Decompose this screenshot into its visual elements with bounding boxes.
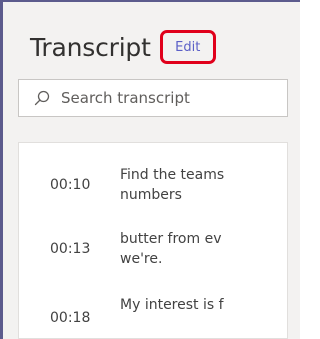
search-input[interactable] (61, 89, 261, 107)
entry-text-line: we're. (120, 251, 163, 267)
panel-header: Transcript Edit (30, 30, 216, 64)
entry-text-line: Find the teams (120, 167, 225, 183)
transcript-panel: Transcript Edit 00:10 Find the teams num… (0, 0, 300, 339)
entry-timestamp: 00:18 (50, 310, 91, 326)
entry-timestamp: 00:13 (50, 241, 91, 257)
entry-text: butter from ev we're. (120, 229, 280, 269)
entry-text: My interest is f (120, 295, 280, 315)
edit-button[interactable]: Edit (159, 30, 216, 64)
entry-text-line: butter from ev (120, 231, 222, 247)
entry-timestamp: 00:10 (50, 177, 91, 193)
panel-title: Transcript (30, 32, 151, 62)
transcript-list: 00:10 Find the teams numbers 00:13 butte… (18, 142, 288, 339)
search-box[interactable] (18, 79, 288, 117)
entry-text-line: My interest is f (120, 297, 224, 313)
entry-text-line: numbers (120, 187, 182, 203)
search-icon (33, 89, 51, 107)
entry-text: Find the teams numbers (120, 165, 280, 205)
